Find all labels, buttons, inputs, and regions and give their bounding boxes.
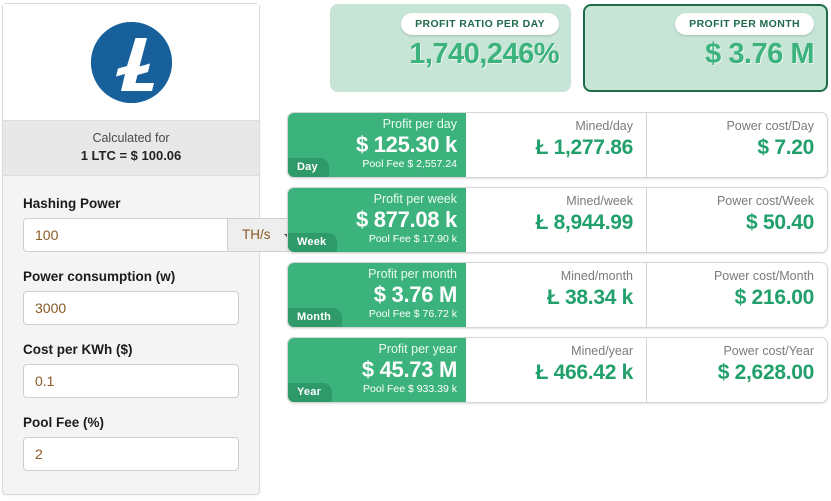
profit-panel: Profit per day $ 125.30 k Pool Fee $ 2,5…: [288, 113, 466, 177]
power-cost-value: $ 50.40: [746, 211, 814, 234]
mined-value: Ł 38.34 k: [546, 286, 633, 309]
profit-value: $ 877.08 k: [356, 206, 457, 232]
field-power-consumption: Power consumption (w): [23, 269, 239, 325]
profit-value: $ 125.30 k: [356, 131, 457, 157]
period-tab-label: Week: [288, 233, 338, 252]
profit-panel: Profit per year $ 45.73 M Pool Fee $ 933…: [288, 338, 466, 402]
power-cost-cell: Power cost/Day $ 7.20: [646, 113, 827, 177]
power-cost-label: Power cost/Month: [713, 269, 814, 283]
cost-per-kwh-input[interactable]: [23, 363, 239, 398]
summary-cards: PROFIT RATIO PER DAY 1,740,246% PROFIT P…: [330, 4, 828, 92]
power-consumption-label: Power consumption (w): [23, 268, 176, 284]
coin-logo-box: [3, 4, 259, 121]
period-tab-label: Month: [288, 308, 342, 327]
summary-badge: PROFIT PER MONTH: [675, 13, 814, 35]
summary-card-profit-ratio-per-day[interactable]: PROFIT RATIO PER DAY 1,740,246%: [330, 4, 571, 92]
profit-value: $ 45.73 M: [361, 356, 457, 382]
power-cost-label: Power cost/Year: [723, 344, 814, 358]
period-row-month[interactable]: Profit per month $ 3.76 M Pool Fee $ 76.…: [287, 262, 828, 328]
profit-label: Profit per week: [373, 192, 457, 206]
power-cost-cell: Power cost/Month $ 216.00: [646, 263, 827, 327]
calculator-sidebar: Calculated for 1 LTC = $ 100.06 Hashing …: [2, 3, 311, 495]
calculated-for-box: Calculated for 1 LTC = $ 100.06: [3, 121, 259, 176]
mined-value: Ł 466.42 k: [535, 361, 634, 384]
profit-label: Profit per year: [378, 342, 457, 356]
summary-value: 1,740,246%: [409, 38, 559, 70]
period-row-week[interactable]: Profit per week $ 877.08 k Pool Fee $ 17…: [287, 187, 828, 253]
mined-cell: Mined/year Ł 466.42 k: [466, 338, 646, 402]
calculated-for-label: Calculated for: [92, 131, 170, 145]
coin-rate-value: 1 LTC = $ 100.06: [80, 148, 182, 164]
summary-value: $ 3.76 M: [705, 38, 814, 70]
mined-label: Mined/month: [560, 269, 633, 283]
field-pool-fee: Pool Fee (%): [23, 415, 239, 471]
power-cost-value: $ 216.00: [734, 286, 815, 309]
profit-panel: Profit per week $ 877.08 k Pool Fee $ 17…: [288, 188, 466, 252]
profit-label: Profit per day: [382, 117, 457, 131]
period-tab-label: Year: [288, 383, 333, 402]
pool-fee-input[interactable]: [23, 436, 239, 471]
hashing-power-input[interactable]: [23, 217, 227, 252]
mined-cell: Mined/month Ł 38.34 k: [466, 263, 646, 327]
period-row-day[interactable]: Profit per day $ 125.30 k Pool Fee $ 2,5…: [287, 112, 828, 178]
power-cost-value: $ 7.20: [757, 136, 814, 159]
mined-value: Ł 1,277.86: [535, 136, 634, 159]
field-cost-per-kwh: Cost per KWh ($): [23, 342, 239, 398]
period-rows: Profit per day $ 125.30 k Pool Fee $ 2,5…: [287, 112, 828, 412]
power-cost-label: Power cost/Week: [716, 194, 814, 208]
power-cost-label: Power cost/Day: [726, 119, 814, 133]
power-cost-cell: Power cost/Year $ 2,628.00: [646, 338, 827, 402]
summary-card-profit-per-month[interactable]: PROFIT PER MONTH $ 3.76 M: [583, 4, 828, 92]
calculator-form: Hashing Power TH/s Power consumption (w)…: [3, 176, 311, 471]
period-tab-label: Day: [288, 158, 329, 177]
mined-label: Mined/day: [575, 119, 633, 133]
mining-calculator-page: Calculated for 1 LTC = $ 100.06 Hashing …: [0, 0, 831, 501]
profit-label: Profit per month: [368, 267, 457, 281]
profit-value: $ 3.76 M: [373, 281, 458, 307]
pool-fee-label: Pool Fee (%): [23, 414, 105, 430]
hashing-power-input-group: TH/s: [23, 217, 311, 252]
power-cost-cell: Power cost/Week $ 50.40: [646, 188, 827, 252]
mined-cell: Mined/day Ł 1,277.86: [466, 113, 646, 177]
power-cost-value: $ 2,628.00: [717, 361, 815, 384]
litecoin-logo-icon: [90, 21, 172, 103]
field-hashing-power: Hashing Power TH/s: [23, 195, 311, 252]
summary-badge: PROFIT RATIO PER DAY: [401, 13, 559, 35]
profit-panel: Profit per month $ 3.76 M Pool Fee $ 76.…: [288, 263, 466, 327]
mined-label: Mined/week: [566, 194, 633, 208]
period-row-year[interactable]: Profit per year $ 45.73 M Pool Fee $ 933…: [287, 337, 828, 403]
cost-per-kwh-label: Cost per KWh ($): [23, 341, 133, 357]
hashing-power-label: Hashing Power: [23, 195, 121, 211]
mined-cell: Mined/week Ł 8,944.99: [466, 188, 646, 252]
power-consumption-input[interactable]: [23, 290, 239, 325]
mined-label: Mined/year: [571, 344, 633, 358]
mined-value: Ł 8,944.99: [535, 211, 634, 234]
litecoin-svg-icon: [90, 21, 172, 103]
